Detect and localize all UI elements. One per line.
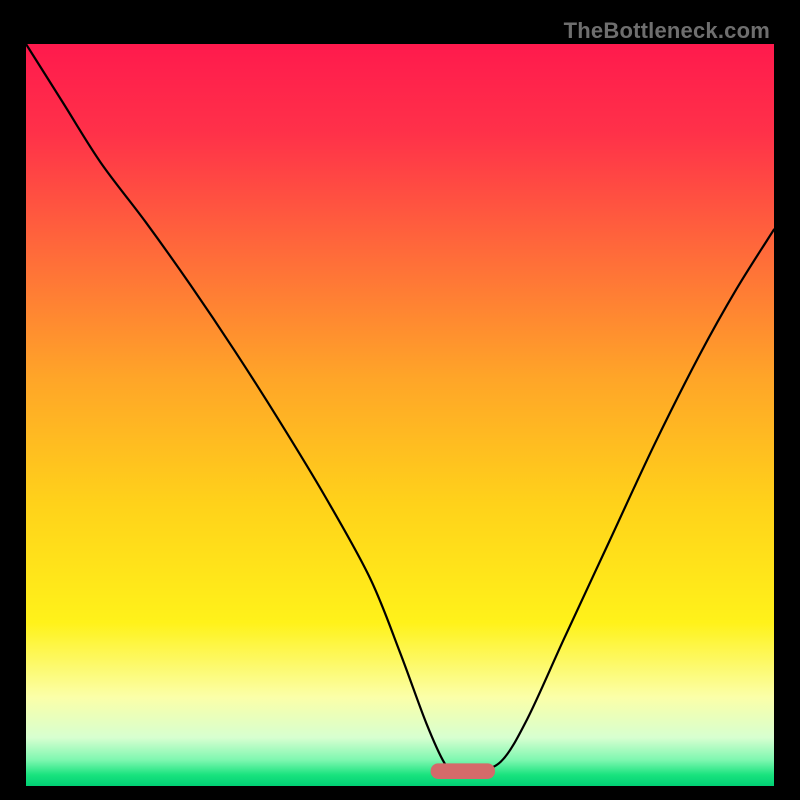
optimal-zone-marker xyxy=(431,763,495,779)
chart-frame: TheBottleneck.com xyxy=(12,12,788,788)
bottleneck-chart xyxy=(26,44,774,786)
plot-background xyxy=(26,44,774,786)
watermark-text: TheBottleneck.com xyxy=(564,18,770,44)
